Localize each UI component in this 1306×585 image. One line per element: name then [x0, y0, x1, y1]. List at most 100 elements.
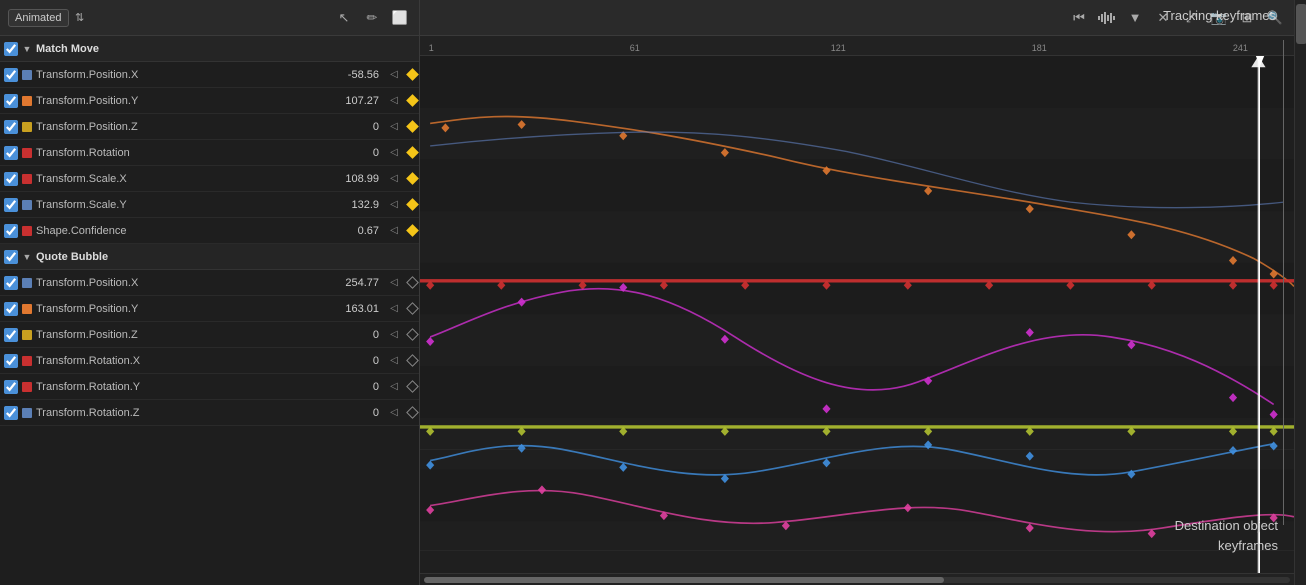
timeline-waveform-icon[interactable]: [1096, 7, 1118, 29]
qb-rot-z-name: Transform.Rotation.Z: [36, 407, 334, 419]
mm-scale-x-swatch: [22, 174, 32, 184]
keyframe-tool[interactable]: ⬜: [389, 7, 411, 29]
prop-row-mm-pos-x: Transform.Position.X -58.56 ◁: [0, 62, 419, 88]
qb-rot-z-value: 0: [338, 407, 383, 419]
ruler-mark-181: 181: [1032, 43, 1047, 53]
mm-pos-y-swatch: [22, 96, 32, 106]
scrollbar-track[interactable]: [424, 577, 1290, 583]
mm-scale-y-name: Transform.Scale.Y: [36, 199, 334, 211]
timeline-tracks[interactable]: [420, 56, 1294, 573]
qb-pos-y-value: 163.01: [338, 303, 383, 315]
qb-pos-z-checkbox[interactable]: [4, 328, 18, 342]
mm-pos-x-keyframe[interactable]: [405, 68, 419, 82]
mm-pos-z-keyframe[interactable]: [405, 120, 419, 134]
sidebar-toolbar: Animated All ⇅ ↖ ✏ ⬜: [0, 0, 419, 36]
mm-pos-z-swatch: [22, 122, 32, 132]
timeline-playhead[interactable]: [1259, 56, 1260, 573]
mm-shape-conf-arrow[interactable]: ◁: [387, 225, 401, 236]
qb-pos-x-checkbox[interactable]: [4, 276, 18, 290]
mm-scale-y-checkbox[interactable]: [4, 198, 18, 212]
mm-scale-x-value: 108.99: [338, 173, 383, 185]
mm-pos-y-name: Transform.Position.Y: [36, 95, 334, 107]
mm-scale-x-checkbox[interactable]: [4, 172, 18, 186]
qb-pos-x-value: 254.77: [338, 277, 383, 289]
match-move-triangle[interactable]: ▼: [22, 44, 32, 54]
keyframe-chart: [420, 56, 1294, 573]
mm-shape-conf-name: Shape.Confidence: [36, 225, 334, 237]
prop-row-mm-rot: Transform.Rotation 0 ◁: [0, 140, 419, 166]
mm-pos-z-checkbox[interactable]: [4, 120, 18, 134]
qb-rot-z-checkbox[interactable]: [4, 406, 18, 420]
waveform-svg: [1098, 11, 1116, 25]
mm-rot-swatch: [22, 148, 32, 158]
mm-pos-x-checkbox[interactable]: [4, 68, 18, 82]
prop-row-mm-pos-y: Transform.Position.Y 107.27 ◁: [0, 88, 419, 114]
mm-pos-y-arrow[interactable]: ◁: [387, 95, 401, 106]
mm-scale-y-value: 132.9: [338, 199, 383, 211]
quote-bubble-checkbox[interactable]: [4, 250, 18, 264]
vscroll-thumb[interactable]: [1296, 4, 1306, 44]
mm-shape-conf-checkbox[interactable]: [4, 224, 18, 238]
mm-pos-z-value: 0: [338, 121, 383, 133]
qb-pos-z-arrow[interactable]: ◁: [387, 329, 401, 340]
timeline-vscroll: [1294, 0, 1306, 585]
mm-pos-x-arrow[interactable]: ◁: [387, 69, 401, 80]
mm-scale-y-arrow[interactable]: ◁: [387, 199, 401, 210]
animated-dropdown[interactable]: Animated All: [8, 9, 69, 27]
pen-tool[interactable]: ✏: [361, 7, 383, 29]
qb-pos-x-name: Transform.Position.X: [36, 277, 334, 289]
qb-pos-y-keyframe[interactable]: [405, 302, 419, 316]
ruler-mark-61: 61: [630, 43, 640, 53]
destination-keyframes-label: Destination objectkeyframes: [1175, 516, 1278, 555]
timeline-play-start[interactable]: ⏮: [1068, 7, 1090, 29]
qb-rot-z-keyframe[interactable]: [405, 406, 419, 420]
mm-scale-x-arrow[interactable]: ◁: [387, 173, 401, 184]
prop-row-qb-pos-z: Transform.Position.Z 0 ◁: [0, 322, 419, 348]
qb-pos-x-swatch: [22, 278, 32, 288]
qb-rot-y-keyframe[interactable]: [405, 380, 419, 394]
mm-scale-y-keyframe[interactable]: [405, 198, 419, 212]
qb-rot-x-swatch: [22, 356, 32, 366]
timeline-dropdown[interactable]: ▼: [1124, 7, 1146, 29]
qb-rot-x-checkbox[interactable]: [4, 354, 18, 368]
mm-pos-y-keyframe[interactable]: [405, 94, 419, 108]
qb-rot-y-checkbox[interactable]: [4, 380, 18, 394]
right-divider: [1283, 40, 1284, 525]
scrollbar-thumb[interactable]: [424, 577, 944, 583]
mm-scale-y-swatch: [22, 200, 32, 210]
prop-row-qb-pos-y: Transform.Position.Y 163.01 ◁: [0, 296, 419, 322]
qb-pos-z-keyframe[interactable]: [405, 328, 419, 342]
mm-pos-y-value: 107.27: [338, 95, 383, 107]
mm-pos-y-checkbox[interactable]: [4, 94, 18, 108]
timeline-scrollbar[interactable]: [420, 573, 1294, 585]
timeline-ruler: 1 61 121 181 241: [420, 36, 1294, 56]
timeline-area: ⏮ ▼ ✕ ⤢ 📷 ⊞ 🔍 1: [420, 0, 1294, 585]
qb-pos-x-arrow[interactable]: ◁: [387, 277, 401, 288]
mm-pos-z-arrow[interactable]: ◁: [387, 121, 401, 132]
qb-rot-z-arrow[interactable]: ◁: [387, 407, 401, 418]
qb-rot-x-arrow[interactable]: ◁: [387, 355, 401, 366]
sidebar: Animated All ⇅ ↖ ✏ ⬜ ▼ Match Move Transf…: [0, 0, 420, 585]
mm-rot-checkbox[interactable]: [4, 146, 18, 160]
quote-bubble-triangle[interactable]: ▼: [22, 252, 32, 262]
tracking-keyframes-label: Tracking keyframes: [1163, 8, 1276, 23]
mm-shape-conf-keyframe[interactable]: [405, 224, 419, 238]
qb-pos-y-arrow[interactable]: ◁: [387, 303, 401, 314]
qb-pos-x-keyframe[interactable]: [405, 276, 419, 290]
prop-row-mm-pos-z: Transform.Position.Z 0 ◁: [0, 114, 419, 140]
qb-pos-y-checkbox[interactable]: [4, 302, 18, 316]
mm-rot-keyframe[interactable]: [405, 146, 419, 160]
qb-pos-y-name: Transform.Position.Y: [36, 303, 334, 315]
qb-rot-y-name: Transform.Rotation.Y: [36, 381, 334, 393]
cursor-tool[interactable]: ↖: [333, 7, 355, 29]
mm-rot-name: Transform.Rotation: [36, 147, 334, 159]
prop-row-qb-rot-y: Transform.Rotation.Y 0 ◁: [0, 374, 419, 400]
mm-rot-arrow[interactable]: ◁: [387, 147, 401, 158]
match-move-checkbox[interactable]: [4, 42, 18, 56]
qb-rot-y-arrow[interactable]: ◁: [387, 381, 401, 392]
qb-pos-z-name: Transform.Position.Z: [36, 329, 334, 341]
mm-scale-x-keyframe[interactable]: [405, 172, 419, 186]
qb-rot-z-swatch: [22, 408, 32, 418]
qb-rot-x-keyframe[interactable]: [405, 354, 419, 368]
qb-pos-y-swatch: [22, 304, 32, 314]
